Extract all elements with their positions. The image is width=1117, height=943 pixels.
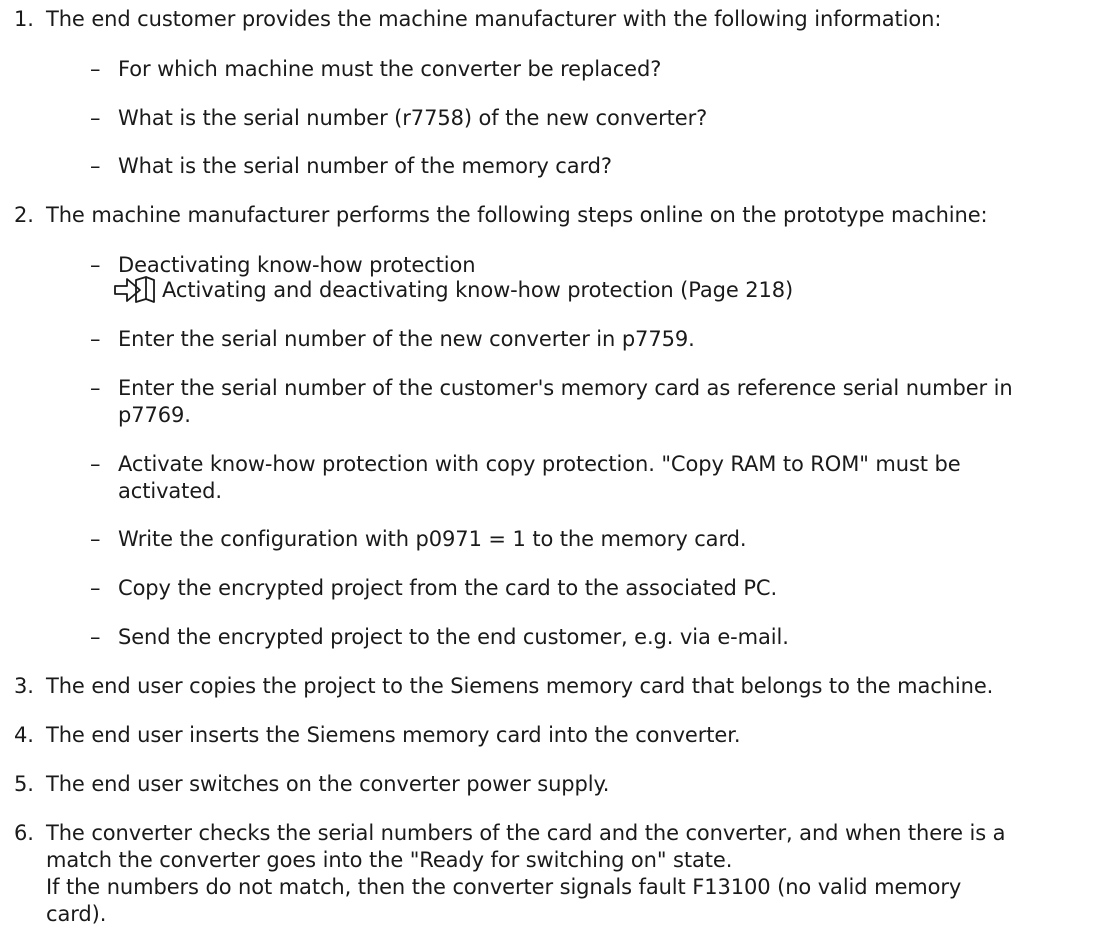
dash-bullet: –	[90, 376, 101, 400]
step-number: 4.	[14, 723, 34, 747]
list-item: For which machine must the converter be …	[118, 57, 662, 81]
list-item: What is the serial number of the memory …	[118, 154, 612, 178]
step-text: The end user switches on the converter p…	[46, 772, 610, 796]
dash-bullet: –	[90, 527, 101, 551]
list-item-continuation: activated.	[118, 479, 222, 503]
step-text-continuation: match the converter goes into the "Ready…	[46, 848, 733, 872]
step-number: 6.	[14, 821, 34, 845]
step-number: 5.	[14, 772, 34, 796]
dash-bullet: –	[90, 106, 101, 130]
dash-bullet: –	[90, 576, 101, 600]
step-text-continuation: card).	[46, 902, 107, 926]
list-item: What is the serial number (r7758) of the…	[118, 106, 708, 130]
step-text-continuation: If the numbers do not match, then the co…	[46, 875, 962, 899]
dash-bullet: –	[90, 452, 101, 476]
step-text: The end user inserts the Siemens memory …	[46, 723, 741, 747]
list-item: Activate know-how protection with copy p…	[118, 452, 961, 476]
step-number: 1.	[14, 7, 34, 31]
list-item-continuation: p7769.	[118, 403, 191, 427]
step-text: The end customer provides the machine ma…	[46, 7, 942, 31]
list-item: Enter the serial number of the customer'…	[118, 376, 1013, 400]
list-item: Copy the encrypted project from the card…	[118, 576, 778, 600]
dash-bullet: –	[90, 57, 101, 81]
dash-bullet: –	[90, 625, 101, 649]
list-item: Write the configuration with p0971 = 1 t…	[118, 527, 747, 551]
cross-reference-book-icon[interactable]	[112, 274, 160, 306]
step-text: The end user copies the project to the S…	[46, 674, 994, 698]
dash-bullet: –	[90, 154, 101, 178]
step-text: The converter checks the serial numbers …	[46, 821, 1006, 845]
list-item: Send the encrypted project to the end cu…	[118, 625, 789, 649]
cross-reference-link[interactable]: Activating and deactivating know-how pro…	[162, 277, 793, 303]
step-number: 2.	[14, 203, 34, 227]
dash-bullet: –	[90, 327, 101, 351]
dash-bullet: –	[90, 253, 101, 277]
list-item: Enter the serial number of the new conve…	[118, 327, 695, 351]
step-text: The machine manufacturer performs the fo…	[46, 203, 988, 227]
step-number: 3.	[14, 674, 34, 698]
list-item: Deactivating know-how protection	[118, 253, 476, 277]
